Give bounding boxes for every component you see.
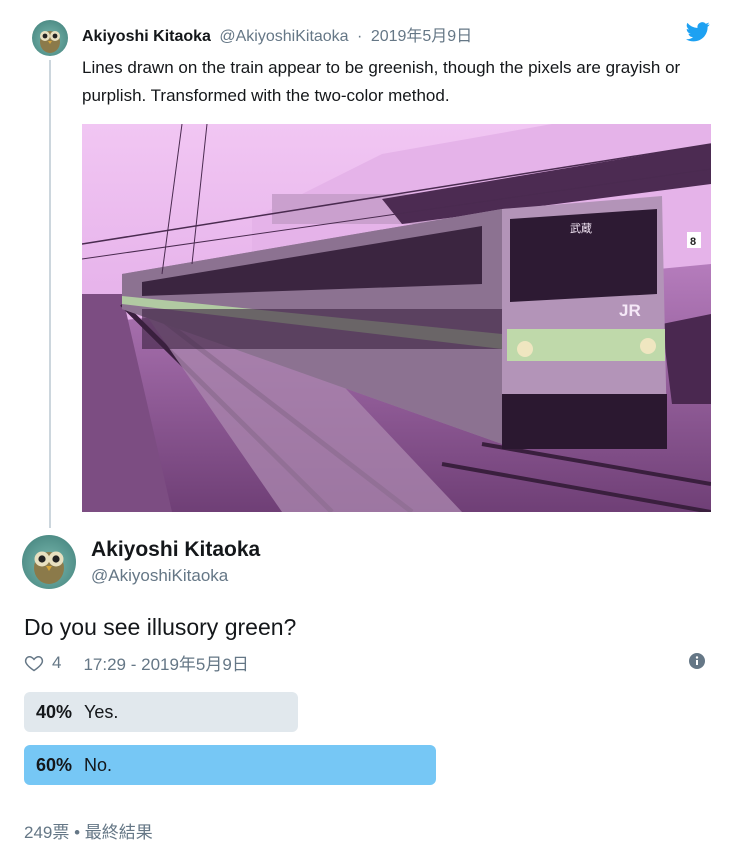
main-author-name[interactable]: Akiyoshi Kitaoka <box>91 538 260 562</box>
quoted-author-name[interactable]: Akiyoshi Kitaoka <box>82 28 211 45</box>
main-tweet-text: Do you see illusory green? <box>24 614 297 640</box>
main-avatar[interactable] <box>22 535 76 589</box>
poll-no-label: No. <box>84 754 113 775</box>
platform-number-sign: 8 <box>690 236 696 248</box>
like-count[interactable]: 4 <box>52 653 61 673</box>
quoted-author-handle[interactable]: @AkiyoshiKitaoka <box>219 28 348 45</box>
heart-icon[interactable] <box>24 653 44 673</box>
quoted-date[interactable]: 2019年5月9日 <box>371 28 472 45</box>
quoted-header: Akiyoshi Kitaoka @AkiyoshiKitaoka · 2019… <box>82 22 472 46</box>
train-photo[interactable]: JR 武蔵 8 <box>82 124 711 512</box>
destination-sign: 武蔵 <box>570 222 592 235</box>
twitter-bird-icon[interactable] <box>686 22 710 42</box>
info-icon[interactable] <box>689 653 705 669</box>
poll-no-percent: 60% <box>36 754 73 775</box>
main-author-handle[interactable]: @AkiyoshiKitaoka <box>91 566 228 586</box>
quoted-text: Lines drawn on the train appear to be gr… <box>82 58 681 105</box>
quoted-separator: · <box>357 28 363 45</box>
poll-option-yes: 40% Yes. <box>24 692 298 732</box>
poll-yes-label: Yes. <box>84 701 119 722</box>
tweet-timestamp[interactable]: 17:29 - 2019年5月9日 <box>83 650 248 675</box>
poll-yes-percent: 40% <box>36 701 73 722</box>
train-illustration: JR 武蔵 8 <box>82 124 711 512</box>
quoted-avatar[interactable] <box>32 20 68 56</box>
poll-option-no: 60% No. <box>24 745 436 785</box>
tweet-meta: 4 17:29 - 2019年5月9日 <box>24 650 249 675</box>
thread-line <box>49 60 51 528</box>
poll-footer: 249票 • 最終結果 <box>24 823 153 842</box>
jr-logo: JR <box>619 301 641 320</box>
